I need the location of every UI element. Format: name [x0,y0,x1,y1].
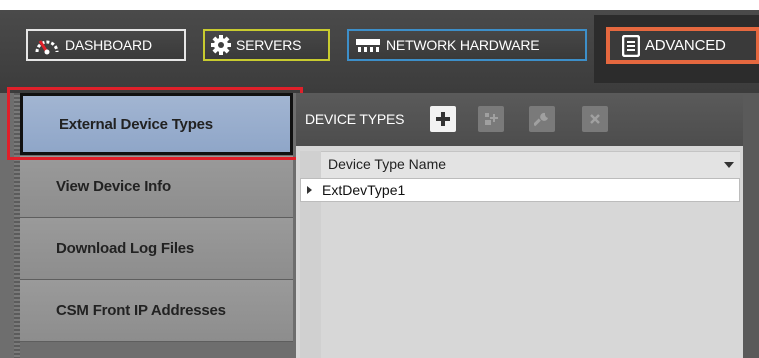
dashboard-label: DASHBOARD [65,37,152,53]
close-icon [590,114,600,124]
add-icon [436,112,450,126]
servers-button[interactable]: SERVERS [203,29,330,61]
panel-right-edge [743,93,759,358]
dashboard-gauge-icon [35,40,59,55]
column-header-label: Device Type Name [328,156,447,172]
panel-title: DEVICE TYPES [305,111,405,127]
wrench-icon [534,112,548,127]
top-strip [0,0,759,10]
device-types-panel: DEVICE TYPES Device Type Name ExtDevType… [296,93,759,358]
panel-toolbar: DEVICE TYPES [296,93,743,146]
servers-label: SERVERS [236,37,302,53]
row-expand-arrow-icon[interactable] [307,186,312,194]
network-switch-icon [356,39,380,52]
sidebar-item-download-log-files[interactable]: Download Log Files [20,218,293,280]
edit-button[interactable] [529,106,555,132]
dashboard-button[interactable]: DASHBOARD [26,29,186,61]
sidebar-item-label: View Device Info [56,178,171,195]
add-item-button[interactable] [478,106,504,132]
table-cell-device-type-name: ExtDevType1 [322,182,406,198]
column-header-device-type-name[interactable]: Device Type Name [321,151,740,178]
advanced-button[interactable]: ADVANCED [606,27,759,64]
sidebar-item-label: External Device Types [59,115,213,133]
delete-button[interactable] [582,106,608,132]
sidebar: External Device Types View Device Info D… [0,93,296,358]
add-button[interactable] [430,106,456,132]
sidebar-item-view-device-info[interactable]: View Device Info [20,156,293,218]
sidebar-item-label: CSM Front IP Addresses [56,302,226,319]
sidebar-item-csm-front-ip-addresses[interactable]: CSM Front IP Addresses [20,280,293,342]
advanced-label: ADVANCED [645,37,726,54]
network-hardware-label: NETWORK HARDWARE [386,37,540,53]
chevron-down-icon[interactable] [724,162,734,168]
table-row[interactable]: ExtDevType1 [300,178,740,202]
add-item-icon [485,113,498,125]
document-list-icon [622,34,640,57]
sidebar-item-external-device-types[interactable]: External Device Types [20,93,293,155]
gear-icon [211,35,231,55]
sidebar-item-label: Download Log Files [56,240,195,257]
network-hardware-button[interactable]: NETWORK HARDWARE [347,29,587,61]
